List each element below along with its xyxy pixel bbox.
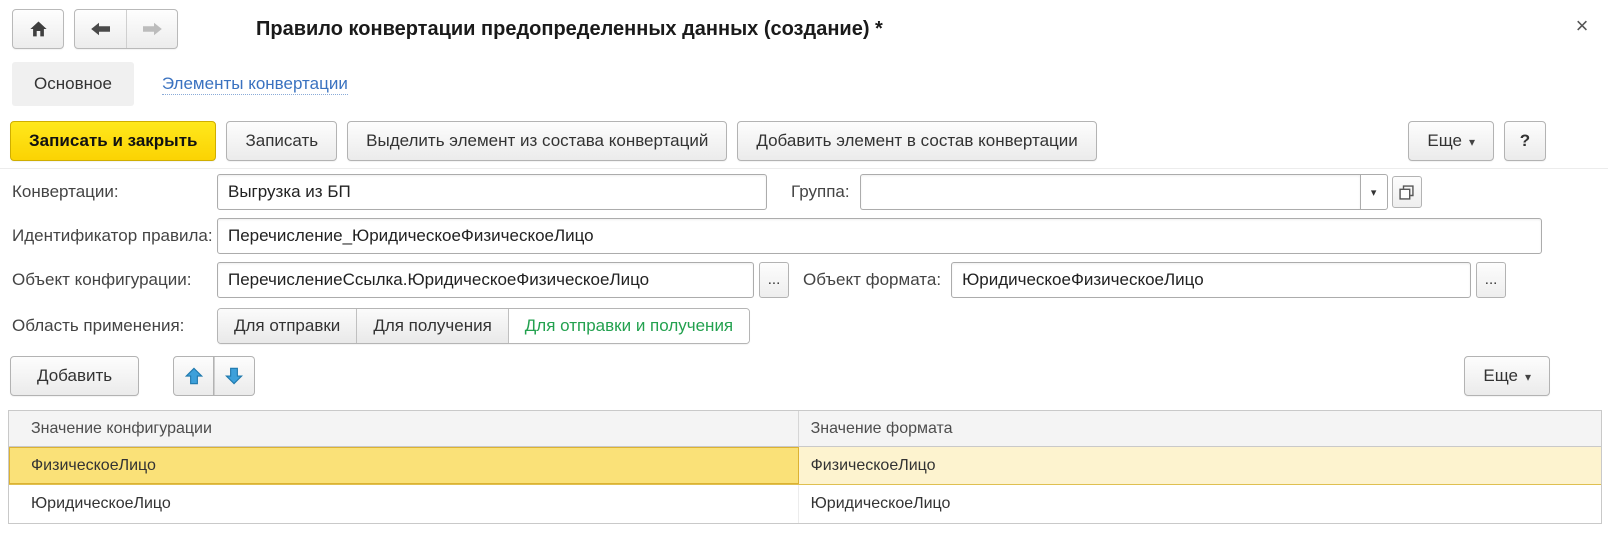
title-bar: Правило конвертации предопределенных дан… [12,8,1568,50]
config-object-choose-button[interactable]: ... [759,262,789,298]
move-up-button[interactable] [173,356,214,396]
add-element-button[interactable]: Добавить элемент в состав конвертации [737,121,1096,161]
help-button[interactable]: ? [1504,121,1546,161]
scope-option-send[interactable]: Для отправки [218,309,357,343]
config-object-input[interactable] [217,262,754,298]
chevron-down-icon: ▾ [1469,135,1475,149]
forward-arrow-icon [142,22,163,36]
forward-button[interactable] [126,10,177,48]
group-dropdown-button[interactable]: ▾ [1360,174,1388,210]
more-button-label: Еще [1427,131,1462,150]
table-header-row: Значение конфигурации Значение формата [9,411,1601,447]
open-list-icon [1399,185,1414,200]
arrow-down-icon [225,367,243,385]
table-more-button[interactable]: Еще ▾ [1464,356,1550,396]
column-header-config-value: Значение конфигурации [9,411,799,447]
table-more-label: Еще [1483,366,1518,385]
scope-row: Область применения: Для отправки Для пол… [12,308,1596,344]
group-label: Группа: [791,182,850,202]
save-and-close-button[interactable]: Записать и закрыть [10,121,216,161]
arrow-up-icon [185,367,203,385]
home-button[interactable] [12,9,64,49]
cell-format-value[interactable]: ЮридическоеЛицо [799,485,1601,523]
command-bar-separator [0,168,1608,169]
rule-id-input[interactable] [217,218,1542,254]
group-combo: ▾ [860,174,1388,210]
add-row-button[interactable]: Добавить [10,356,139,396]
back-arrow-icon [90,22,111,36]
conversion-label: Конвертации: [12,182,217,202]
conversion-rule-form: Правило конвертации предопределенных дан… [0,0,1608,534]
format-object-label: Объект формата: [803,270,941,290]
table-toolbar: Добавить Еще ▾ [10,356,1550,396]
move-row-buttons [173,356,255,396]
format-object-choose-button[interactable]: ... [1476,262,1506,298]
more-button[interactable]: Еще ▾ [1408,121,1494,161]
table-row[interactable]: ЮридическоеЛицо ЮридическоеЛицо [9,485,1601,523]
column-header-format-value: Значение формата [799,411,1601,447]
move-down-button[interactable] [214,356,255,396]
values-table: Значение конфигурации Значение формата Ф… [8,410,1602,524]
link-conversion-elements[interactable]: Элементы конвертации [162,73,348,95]
page-title: Правило конвертации предопределенных дан… [256,18,883,41]
exclude-element-button[interactable]: Выделить элемент из состава конвертаций [347,121,727,161]
back-button[interactable] [75,10,126,48]
home-icon [29,20,48,38]
tab-main[interactable]: Основное [12,62,134,106]
scope-segmented-control: Для отправки Для получения Для отправки … [217,308,750,344]
command-bar: Записать и закрыть Записать Выделить эле… [10,120,1546,162]
chevron-down-icon: ▾ [1525,370,1531,384]
tab-bar: Основное Элементы конвертации [12,62,348,106]
config-object-label: Объект конфигурации: [12,270,217,290]
rule-id-row: Идентификатор правила: [12,218,1596,254]
scope-option-receive[interactable]: Для получения [357,309,508,343]
format-object-input[interactable] [951,262,1471,298]
table-row[interactable]: ФизическоеЛицо ФизическоеЛицо [9,447,1601,485]
cell-config-value[interactable]: ФизическоеЛицо [9,447,799,485]
close-button[interactable]: × [1568,12,1596,40]
objects-row: Объект конфигурации: ... Объект формата:… [12,262,1596,298]
group-input[interactable] [860,174,1360,210]
cell-format-value[interactable]: ФизическоеЛицо [799,447,1601,485]
group-open-list-button[interactable] [1392,176,1422,208]
cell-config-value[interactable]: ЮридическоеЛицо [9,485,799,523]
conversion-row: Конвертации: Группа: ▾ [12,174,1596,210]
save-button[interactable]: Записать [226,121,337,161]
history-nav [74,9,178,49]
scope-option-send-and-receive[interactable]: Для отправки и получения [509,309,749,343]
conversion-input[interactable] [217,174,767,210]
scope-label: Область применения: [12,316,217,336]
rule-id-label: Идентификатор правила: [12,226,217,246]
chevron-down-icon: ▾ [1371,186,1377,199]
